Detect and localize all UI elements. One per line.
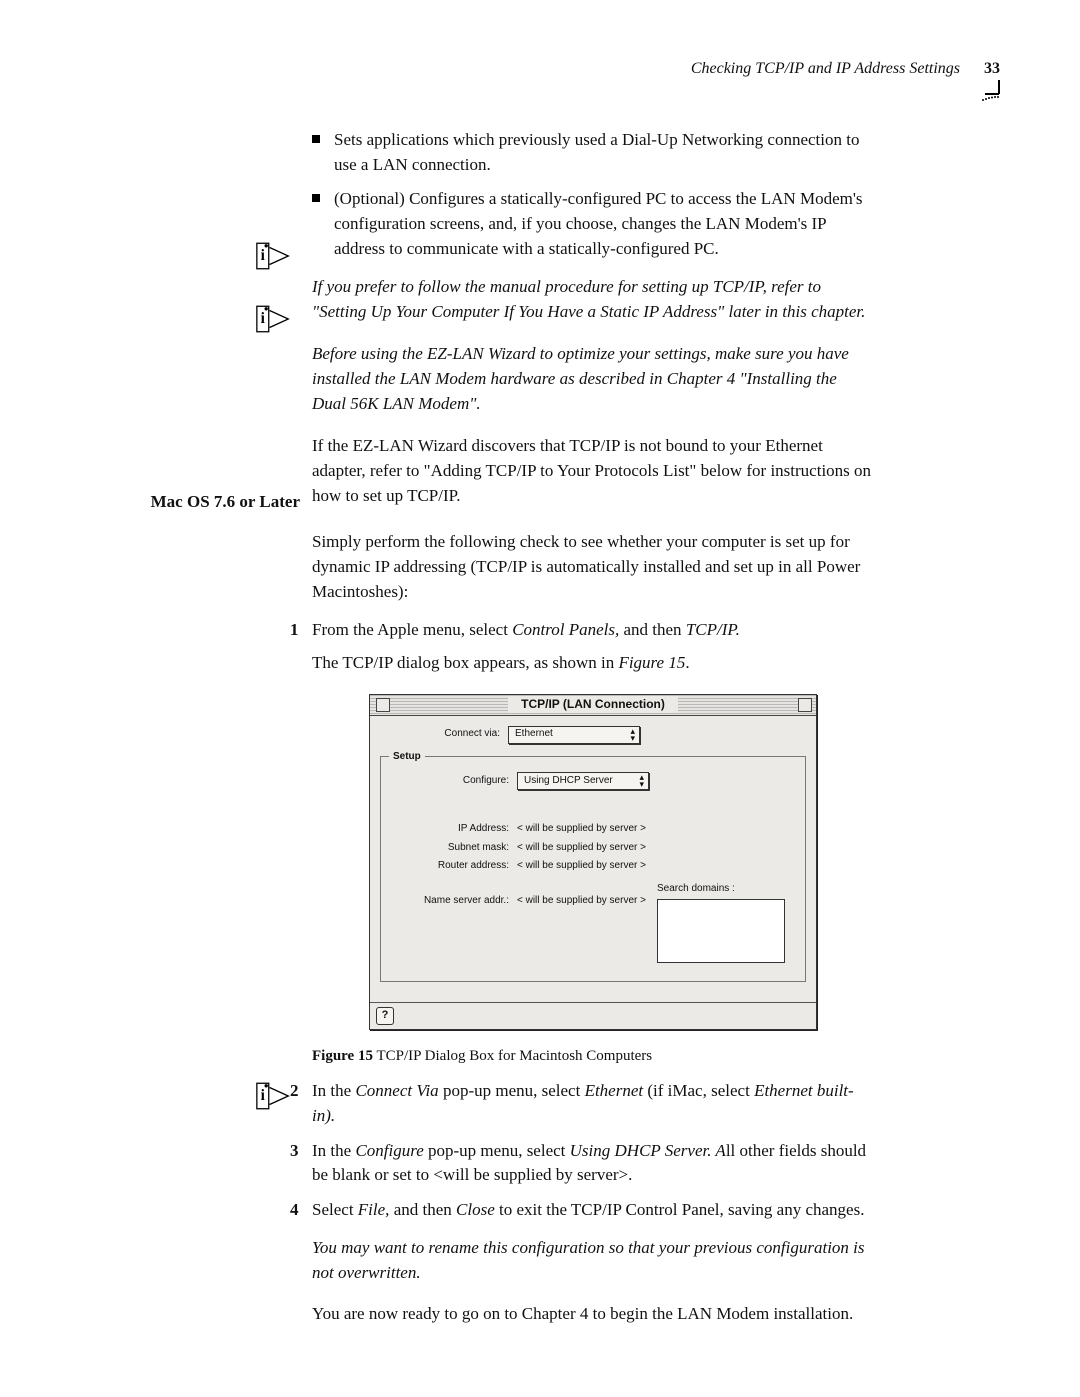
document-page: Checking TCP/IP and IP Address Settings … xyxy=(0,0,1080,1397)
step-number: 2 xyxy=(290,1079,299,1104)
setup-group: Setup Configure: Using DHCP Server ▴▾ IP… xyxy=(380,750,806,982)
dialog-title: TCP/IP (LAN Connection) xyxy=(508,696,678,713)
step-item: 3 In the Configure pop-up menu, select U… xyxy=(312,1139,874,1188)
running-title: Checking TCP/IP and IP Address Settings xyxy=(691,60,960,77)
subnet-value: < will be supplied by server > xyxy=(517,841,646,856)
info-note: Before using the EZ-LAN Wizard to optimi… xyxy=(312,342,874,416)
bullet-item: Sets applications which previously used … xyxy=(312,128,874,177)
step-item: 2 In the Connect Via pop-up menu, select… xyxy=(312,1079,874,1128)
step-number: 1 xyxy=(290,618,299,643)
step-number: 4 xyxy=(290,1198,299,1223)
tcpip-dialog: TCP/IP (LAN Connection) Connect via: Eth… xyxy=(369,694,817,1030)
close-icon[interactable] xyxy=(376,698,390,712)
bullet-list: Sets applications which previously used … xyxy=(312,128,874,261)
step-item: 1 From the Apple menu, select Control Pa… xyxy=(312,618,874,1067)
step-subtext: The TCP/IP dialog box appears, as shown … xyxy=(312,651,874,676)
running-header: Checking TCP/IP and IP Address Settings … xyxy=(691,60,1000,78)
help-icon[interactable]: ? xyxy=(376,1007,394,1025)
info-note: You may want to rename this configuratio… xyxy=(312,1236,874,1285)
page-number: 33 xyxy=(984,60,1000,77)
header-decoration-icon xyxy=(978,80,1000,107)
nameserver-value: < will be supplied by server > xyxy=(517,894,646,909)
subnet-label: Subnet mask: xyxy=(389,841,517,856)
body-text: Sets applications which previously used … xyxy=(312,128,874,1336)
info-note: If you prefer to follow the manual proce… xyxy=(312,275,874,324)
popup-arrows-icon: ▴▾ xyxy=(630,728,635,742)
connect-via-label: Connect via: xyxy=(380,727,508,742)
paragraph: You are now ready to go on to Chapter 4 … xyxy=(312,1302,874,1327)
dialog-titlebar: TCP/IP (LAN Connection) xyxy=(370,695,816,716)
dialog-footer: ? xyxy=(370,1002,816,1029)
configure-label: Configure: xyxy=(389,774,517,789)
numbered-steps: 1 From the Apple menu, select Control Pa… xyxy=(312,618,874,1222)
info-icon: i xyxy=(256,242,290,270)
popup-arrows-icon: ▴▾ xyxy=(639,774,644,788)
bullet-item: (Optional) Configures a statically-confi… xyxy=(312,187,874,261)
nameserver-label: Name server addr.: xyxy=(389,894,517,909)
svg-text:i: i xyxy=(261,247,266,264)
step-number: 3 xyxy=(290,1139,299,1164)
zoom-icon[interactable] xyxy=(798,698,812,712)
figure-caption: Figure 15 TCP/IP Dialog Box for Macintos… xyxy=(312,1046,874,1068)
connect-via-popup[interactable]: Ethernet ▴▾ xyxy=(508,726,640,744)
paragraph: Simply perform the following check to se… xyxy=(312,530,874,604)
step-item: 4 Select File, and then Close to exit th… xyxy=(312,1198,874,1223)
router-label: Router address: xyxy=(389,859,517,874)
search-domains-input[interactable] xyxy=(657,899,785,963)
setup-legend: Setup xyxy=(389,750,425,765)
search-domains: Search domains : xyxy=(657,882,787,963)
configure-popup[interactable]: Using DHCP Server ▴▾ xyxy=(517,772,649,790)
info-icon: i xyxy=(256,1082,290,1110)
info-icon: i xyxy=(256,305,290,333)
ip-address-value: < will be supplied by server > xyxy=(517,822,646,837)
ip-address-label: IP Address: xyxy=(389,822,517,837)
svg-text:i: i xyxy=(261,1087,266,1104)
svg-text:i: i xyxy=(261,310,266,327)
paragraph: If the EZ-LAN Wizard discovers that TCP/… xyxy=(312,434,874,508)
search-domains-label: Search domains : xyxy=(657,882,787,897)
router-value: < will be supplied by server > xyxy=(517,859,646,874)
dialog-body: Connect via: Ethernet ▴▾ Setup Configure… xyxy=(370,716,816,1002)
